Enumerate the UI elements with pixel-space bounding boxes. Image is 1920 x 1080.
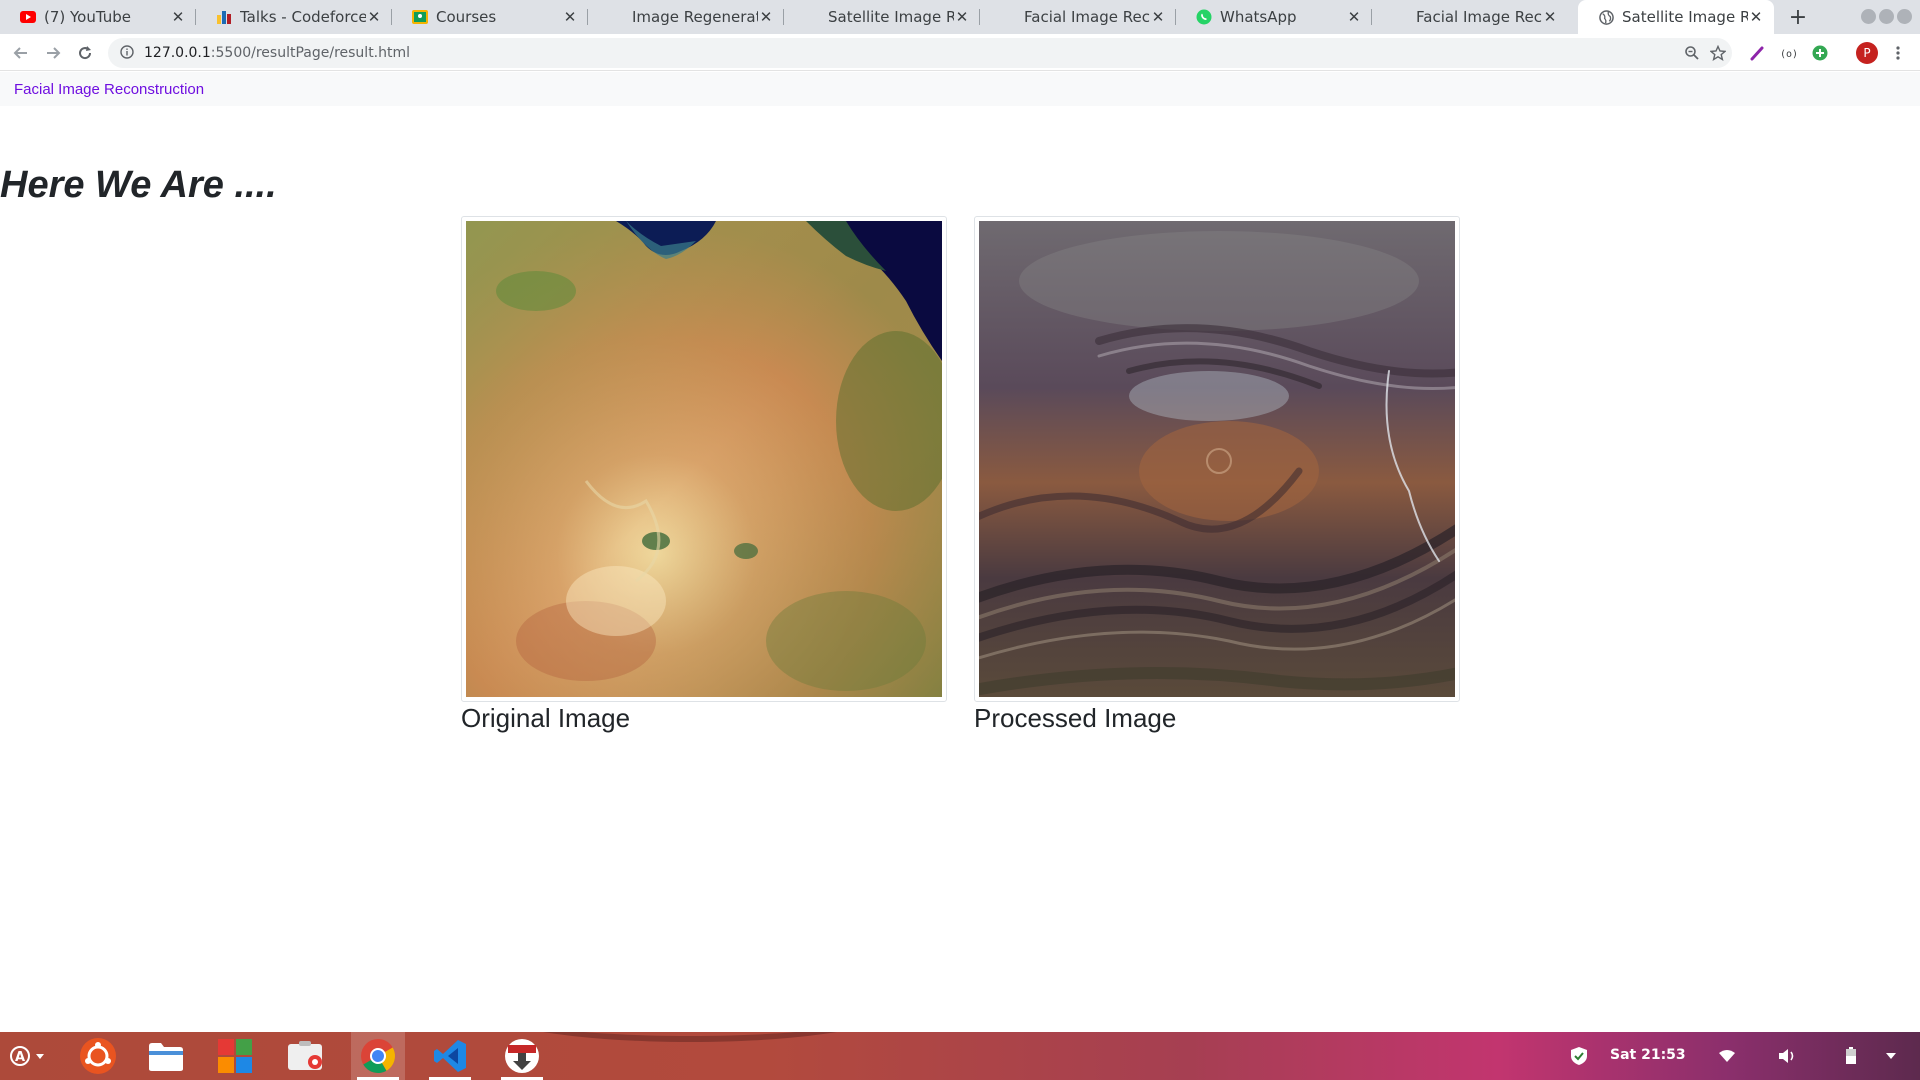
vscode-icon (434, 1040, 466, 1072)
ubuntu-software-icon (80, 1038, 116, 1074)
tab-courses[interactable]: Courses ✕ (392, 0, 588, 34)
chrome-launcher[interactable] (351, 1032, 405, 1080)
site-navbar: Facial Image Reconstruction (0, 72, 1920, 106)
forward-button[interactable] (40, 40, 66, 66)
original-satellite-image (466, 221, 956, 697)
blank-favicon (804, 9, 820, 25)
tab-image-regeneration[interactable]: Image Regeneration ✕ (588, 0, 784, 34)
tab-satellite-image[interactable]: Satellite Image Reg ✕ (784, 0, 980, 34)
tab-title: (7) YouTube (44, 8, 132, 26)
chrome-icon (361, 1039, 395, 1073)
close-icon[interactable]: ✕ (562, 8, 578, 26)
tab-title: Facial Image Recons (1024, 8, 1150, 26)
back-arrow-icon (13, 47, 27, 59)
system-menu-chevron-icon[interactable] (1878, 1032, 1904, 1080)
processed-image-card (963, 216, 1475, 702)
reload-button[interactable] (72, 40, 98, 66)
info-icon[interactable] (120, 44, 134, 63)
close-icon[interactable]: ✕ (170, 8, 186, 26)
code-extension-icon[interactable]: (o) (1778, 43, 1798, 63)
youtube-icon (20, 9, 36, 25)
page-heading: Here We Are .... (0, 164, 277, 206)
minimize-button[interactable] (1861, 9, 1876, 24)
blank-favicon (1392, 9, 1408, 25)
navbar-brand-link[interactable]: Facial Image Reconstruction (14, 81, 204, 98)
url-host: 127.0.0.1 (144, 45, 211, 61)
screenshot-launcher[interactable] (278, 1032, 334, 1080)
tab-title: WhatsApp (1220, 8, 1297, 26)
forward-arrow-icon (47, 47, 61, 59)
vscode-launcher[interactable] (423, 1032, 477, 1080)
files-icon (149, 1043, 183, 1071)
browser-tab-strip: (7) YouTube ✕ Talks - Codeforces ✕ Cours… (0, 0, 1920, 34)
reload-icon (79, 46, 92, 60)
close-icon[interactable]: ✕ (1346, 8, 1362, 26)
bookmark-star-icon[interactable] (1708, 43, 1728, 63)
profile-avatar[interactable]: P (1856, 42, 1878, 64)
processed-image-caption: Processed Image (974, 703, 1177, 733)
close-icon[interactable]: ✕ (758, 8, 774, 26)
window-close-button[interactable] (1897, 9, 1912, 24)
clock[interactable]: Sat 21:53 (1610, 1047, 1686, 1063)
tab-title: Satellite Image Reg (1622, 8, 1748, 26)
tab-facial-image-2[interactable]: Facial Image Recons ✕ (1372, 0, 1568, 34)
address-bar[interactable]: 127.0.0.1:5500/resultPage/result.html (108, 38, 1732, 68)
network-icon[interactable] (1714, 1032, 1740, 1080)
shield-icon[interactable] (1564, 1032, 1594, 1080)
close-icon[interactable]: ✕ (1542, 8, 1558, 26)
installer-icon (505, 1039, 539, 1073)
close-icon[interactable]: ✕ (1150, 8, 1166, 26)
close-icon[interactable]: ✕ (366, 8, 382, 26)
tab-title: Image Regeneration (632, 8, 758, 26)
tab-title: Facial Image Recons (1416, 8, 1542, 26)
tab-youtube[interactable]: (7) YouTube ✕ (0, 0, 196, 34)
original-image-card (461, 216, 956, 702)
tab-title: Satellite Image Reg (828, 8, 954, 26)
tab-whatsapp[interactable]: WhatsApp ✕ (1176, 0, 1372, 34)
tab-facial-image[interactable]: Facial Image Recons ✕ (980, 0, 1176, 34)
classroom-icon (412, 9, 428, 25)
svg-text:A: A (15, 1050, 25, 1065)
installer-launcher[interactable] (495, 1032, 549, 1080)
tab-title: Courses (436, 8, 497, 26)
tab-satellite-image-active[interactable]: Satellite Image Reg ✕ (1578, 0, 1774, 34)
tab-title: Talks - Codeforces (240, 8, 366, 26)
app-grid-launcher[interactable] (207, 1032, 263, 1080)
whatsapp-icon (1196, 9, 1212, 25)
new-tab-button[interactable]: + (1784, 0, 1812, 34)
volume-icon[interactable] (1774, 1032, 1800, 1080)
files-launcher[interactable] (138, 1032, 194, 1080)
codeforces-icon (216, 9, 232, 25)
tab-codeforces[interactable]: Talks - Codeforces ✕ (196, 0, 392, 34)
url-path: :5500/resultPage/result.html (210, 45, 411, 61)
add-extension-icon[interactable] (1810, 43, 1830, 63)
original-image-caption: Original Image (461, 703, 631, 733)
battery-icon[interactable] (1838, 1032, 1864, 1080)
app-grid-icon (218, 1039, 252, 1073)
back-button[interactable] (8, 40, 34, 66)
svg-text:(o): (o) (1780, 49, 1797, 59)
ubuntu-software-launcher[interactable] (70, 1032, 126, 1080)
globe-icon (1598, 9, 1614, 25)
os-taskbar: A Sat 21:53 (0, 1032, 1920, 1080)
processed-satellite-image (963, 221, 1475, 697)
url-text: 127.0.0.1:5500/resultPage/result.html (144, 45, 410, 61)
launcher-icon: A (10, 1046, 44, 1066)
browser-toolbar: 127.0.0.1:5500/resultPage/result.html (o… (0, 34, 1920, 71)
activities-button[interactable]: A (4, 1032, 52, 1080)
close-icon[interactable]: ✕ (954, 8, 970, 26)
blank-favicon (1000, 9, 1016, 25)
close-icon[interactable]: ✕ (1748, 8, 1764, 26)
maximize-button[interactable] (1879, 9, 1894, 24)
pen-extension-icon[interactable] (1748, 43, 1768, 63)
screenshot-icon (288, 1041, 322, 1070)
blank-favicon (608, 9, 624, 25)
zoom-icon[interactable] (1682, 43, 1702, 63)
menu-kebab-icon[interactable] (1888, 43, 1908, 63)
